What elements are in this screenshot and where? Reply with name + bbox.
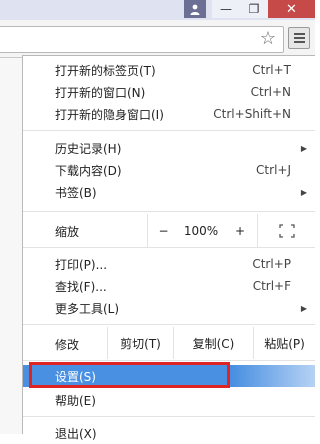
menu-separator [23,130,315,131]
plus-icon: + [234,223,246,238]
window-titlebar: — ❐ ✕ [0,0,315,20]
minus-icon: − [158,223,169,238]
menu-separator [23,416,315,417]
menu-item-shortcut: Ctrl+T [252,63,291,77]
zoom-in-button[interactable]: + [223,214,257,247]
zoom-row: 缩放 − 100% + [23,214,315,247]
menu-separator [23,211,315,212]
menu-item-more-tools[interactable]: 更多工具(L) ▶ [23,297,315,319]
menu-separator [23,247,315,248]
menu-item-exit[interactable]: 退出(X) [23,422,315,444]
paste-button[interactable]: 粘贴(P) [253,327,315,359]
menu-item-label: 书签(B) [55,185,97,200]
copy-label: 复制(C) [192,336,235,351]
menu-item-bookmarks[interactable]: 书签(B) ▶ [23,181,315,203]
fullscreen-button[interactable] [257,214,315,247]
annotation-red-box [29,362,230,388]
submenu-arrow-icon: ▶ [300,187,307,197]
menu-separator [23,360,315,361]
chrome-menu-button[interactable] [288,27,310,49]
close-icon: ✕ [286,1,297,17]
highlight-fade [233,362,315,392]
maximize-button[interactable]: ❐ [240,0,268,18]
bookmark-star-icon[interactable]: ☆ [258,28,278,49]
submenu-arrow-icon: ▶ [300,143,307,153]
menu-item-print[interactable]: 打印(P)... Ctrl+P [23,253,315,275]
menu-item-new-tab[interactable]: 打开新的标签页(T) Ctrl+T [23,59,315,81]
menu-bar-icon [293,33,305,35]
menu-item-label: 退出(X) [55,426,97,441]
menu-item-help[interactable]: 帮助(E) [23,389,315,411]
menu-item-new-window[interactable]: 打开新的窗口(N) Ctrl+N [23,81,315,103]
menu-item-shortcut: Ctrl+F [252,279,291,293]
menu-item-new-incognito-window[interactable]: 打开新的隐身窗口(I) Ctrl+Shift+N [23,103,315,125]
profile-button[interactable] [184,0,206,18]
copy-button[interactable]: 复制(C) [173,327,253,359]
edit-row: 修改 剪切(T) 复制(C) 粘贴(P) [23,327,315,359]
zoom-out-button[interactable]: − [147,214,179,247]
minimize-icon: — [220,2,232,16]
cut-label: 剪切(T) [120,336,161,351]
fullscreen-icon [278,223,295,238]
zoom-label: 缩放 [55,225,80,239]
submenu-arrow-icon: ▶ [300,303,307,313]
minimize-button[interactable]: — [212,0,240,18]
menu-item-shortcut: Ctrl+J [256,163,291,177]
menu-item-label: 帮助(E) [55,393,96,408]
cut-button[interactable]: 剪切(T) [107,327,173,359]
menu-item-label: 历史记录(H) [55,141,122,156]
page-content [0,58,22,434]
chrome-main-menu: 打开新的标签页(T) Ctrl+T 打开新的窗口(N) Ctrl+N 打开新的隐… [22,55,315,441]
menu-item-label: 更多工具(L) [55,301,120,316]
zoom-level-text: 100% [183,223,219,238]
address-bar[interactable] [0,26,284,53]
menu-separator [23,324,315,325]
close-button[interactable]: ✕ [268,0,315,18]
menu-item-shortcut: Ctrl+N [250,85,291,99]
menu-item-shortcut: Ctrl+Shift+N [213,107,291,121]
restore-icon: ❐ [248,2,260,16]
menu-item-downloads[interactable]: 下载内容(D) Ctrl+J [23,159,315,181]
menu-item-shortcut: Ctrl+P [252,257,291,271]
menu-item-find[interactable]: 查找(F)... Ctrl+F [23,275,315,297]
zoom-value: 100% [179,214,223,247]
paste-label: 粘贴(P) [264,336,305,351]
menu-bar-icon [293,41,305,43]
person-icon [190,4,200,15]
edit-label: 修改 [55,338,80,352]
menu-item-history[interactable]: 历史记录(H) ▶ [23,137,315,159]
menu-bar-icon [293,37,305,39]
